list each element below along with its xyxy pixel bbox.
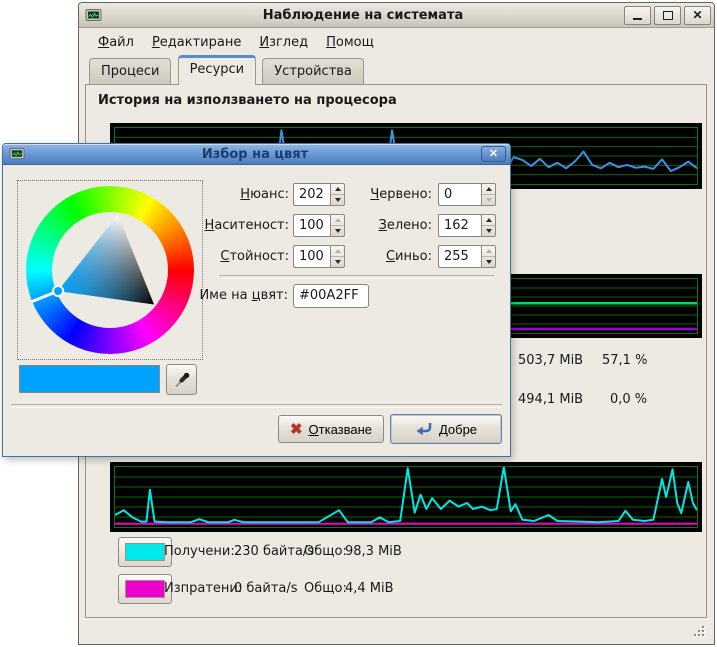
- blue-increment-button[interactable]: [482, 246, 495, 257]
- menu-view[interactable]: Изглед: [250, 31, 317, 54]
- sent-rate: 0 байта/s: [234, 574, 298, 604]
- fields-separator: [219, 275, 494, 279]
- green-decrement-button[interactable]: [482, 226, 495, 236]
- cancel-label: Отказване: [309, 422, 373, 437]
- statusbar: [80, 619, 713, 643]
- red-spinner: 0: [438, 183, 496, 206]
- menu-file[interactable]: Файл: [89, 31, 143, 54]
- blue-decrement-button[interactable]: [482, 257, 495, 267]
- close-button[interactable]: ✕: [684, 6, 711, 25]
- color-wheel[interactable]: [17, 180, 203, 360]
- received-total-label: Общо:: [304, 537, 347, 567]
- close-icon: ✕: [692, 9, 702, 21]
- memory-percent: 57,1 %: [602, 353, 647, 368]
- row-hue-red: Нюанс: 202 Червено: 0: [3, 183, 510, 206]
- received-label: Получени:: [164, 537, 235, 567]
- red-decrement-button[interactable]: [482, 195, 495, 205]
- down-arrow-icon: [486, 260, 492, 264]
- up-arrow-icon: [486, 218, 492, 222]
- green-increment-button[interactable]: [482, 215, 495, 226]
- value-label: Стойност:: [153, 245, 289, 268]
- hsv-triangle[interactable]: [18, 181, 202, 359]
- maximize-button[interactable]: [654, 6, 681, 25]
- tab-devices[interactable]: Устройства: [262, 58, 364, 85]
- main-titlebar[interactable]: Наблюдение на системата ✕: [79, 3, 714, 28]
- swap-percent: 0,0 %: [610, 392, 647, 407]
- hue-label: Нюанс:: [153, 183, 289, 206]
- color-picker-dialog: Избор на цвят ✕: [2, 143, 511, 457]
- eyedropper-button[interactable]: [166, 364, 197, 395]
- row-value-blue: Стойност: 100 Синьо: 255: [3, 245, 510, 268]
- received-rate: 230 байта/s: [234, 537, 314, 567]
- received-color: [125, 543, 165, 561]
- network-sent-row: Изпратени: 0 байта/s Общо: 4,4 MiB: [86, 574, 706, 604]
- cancel-button[interactable]: ✖ Отказване: [278, 415, 384, 443]
- up-arrow-icon: [486, 187, 492, 191]
- resize-grip-icon: [693, 625, 707, 639]
- down-arrow-icon: [486, 229, 492, 233]
- ok-label: Добре: [439, 422, 477, 437]
- ok-icon: [415, 421, 433, 437]
- blue-spinner: 255: [438, 245, 496, 268]
- color-name-label: Име на цвят:: [163, 284, 288, 308]
- green-label: Зелено:: [332, 214, 432, 237]
- ok-button[interactable]: Добре: [390, 414, 502, 444]
- cpu-section-title: История на използването на процесора: [98, 93, 397, 108]
- sent-label: Изпратени:: [164, 574, 242, 604]
- eyedropper-icon: [172, 370, 192, 390]
- sent-color: [125, 580, 165, 598]
- window-controls: ✕: [621, 6, 711, 25]
- row-saturation-green: Наситеност: 100 Зелено: 162: [3, 214, 510, 237]
- system-monitor-icon: [85, 8, 102, 23]
- action-separator: [11, 404, 502, 408]
- blue-input[interactable]: 255: [438, 245, 481, 268]
- memory-amount: 503,7 MiB: [518, 353, 583, 368]
- red-label: Червено:: [332, 183, 432, 206]
- swap-amount: 494,1 MiB: [518, 392, 583, 407]
- up-arrow-icon: [486, 249, 492, 253]
- down-arrow-icon: [486, 198, 492, 202]
- resize-grip[interactable]: [693, 625, 707, 639]
- minimize-button[interactable]: [624, 6, 651, 25]
- tab-resources[interactable]: Ресурси: [178, 55, 257, 85]
- menubar: Файл Редактиране Изглед Помощ: [79, 28, 714, 56]
- main-window-title: Наблюдение на системата: [105, 8, 621, 23]
- sent-total-label: Общо:: [304, 574, 347, 604]
- screen: Наблюдение на системата ✕ Файл Редактира…: [0, 0, 717, 647]
- dialog-app-icon: [9, 147, 26, 162]
- dialog-close-icon: ✕: [489, 148, 498, 160]
- menu-help[interactable]: Помощ: [317, 31, 383, 54]
- red-increment-button[interactable]: [482, 184, 495, 195]
- network-history-chart: [110, 462, 702, 532]
- cancel-icon: ✖: [290, 422, 303, 437]
- received-total: 98,3 MiB: [345, 537, 402, 567]
- network-received-row: Получени: 230 байта/s Общо: 98,3 MiB: [86, 537, 706, 567]
- minimize-icon: [633, 10, 642, 20]
- green-spinner: 162: [438, 214, 496, 237]
- saturation-input[interactable]: 100: [293, 214, 330, 237]
- sent-total: 4,4 MiB: [345, 574, 394, 604]
- color-name-input[interactable]: #00A2FF: [293, 284, 369, 308]
- tabbar: Процеси Ресурси Устройства: [79, 55, 714, 84]
- red-input[interactable]: 0: [438, 183, 481, 206]
- hue-input[interactable]: 202: [293, 183, 330, 206]
- blue-label: Синьо:: [332, 245, 432, 268]
- green-input[interactable]: 162: [438, 214, 481, 237]
- dialog-close-button[interactable]: ✕: [481, 146, 506, 162]
- saturation-label: Наситеност:: [153, 214, 289, 237]
- row-color-name: Име на цвят: #00A2FF: [3, 284, 510, 308]
- selected-color-preview: [19, 365, 160, 393]
- maximize-icon: [663, 11, 673, 20]
- dialog-titlebar[interactable]: Избор на цвят ✕: [3, 144, 510, 165]
- dialog-title: Избор на цвят: [29, 147, 481, 162]
- menu-edit[interactable]: Редактиране: [143, 31, 250, 54]
- tab-processes[interactable]: Процеси: [89, 58, 171, 85]
- value-input[interactable]: 100: [293, 245, 330, 268]
